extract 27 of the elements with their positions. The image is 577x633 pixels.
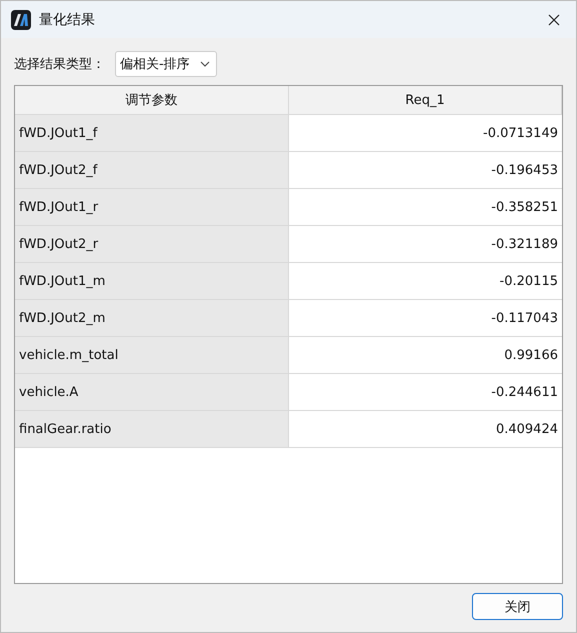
filter-label: 选择结果类型： <box>14 56 105 73</box>
table-cell-text: -0.0713149 <box>482 124 559 142</box>
table-cell: fWD.JOut1_r <box>15 189 289 225</box>
table-cell-text: 0.409424 <box>494 420 559 438</box>
result-type-dropdown[interactable]: 偏相关-排序 <box>115 51 217 77</box>
chevron-down-icon <box>200 61 210 67</box>
table-cell: fWD.JOut2_r <box>15 226 289 262</box>
table-cell: vehicle.m_total <box>15 337 289 373</box>
table-cell-text: -0.321189 <box>490 236 559 254</box>
table-cell-text: -0.117043 <box>490 310 559 328</box>
table-cell: fWD.JOut2_m <box>15 300 289 336</box>
table-cell-text: -0.20115 <box>498 272 559 290</box>
column-header[interactable]: Req_1 <box>289 86 562 114</box>
table-cell-text: -0.358251 <box>490 198 559 216</box>
table-cell: finalGear.ratio <box>15 411 289 447</box>
table-cell-text: -0.244611 <box>490 384 559 402</box>
table-cell: fWD.JOut1_f <box>15 115 289 151</box>
table-cell: fWD.JOut1_m <box>15 263 289 299</box>
table-cell-text: 0.99166 <box>503 346 559 364</box>
close-button[interactable]: 关闭 <box>472 593 563 620</box>
table-cell: fWD.JOut2_f <box>15 152 289 188</box>
close-icon[interactable] <box>548 14 560 26</box>
table-cell: vehicle.A <box>15 374 289 410</box>
app-logo-icon <box>11 10 31 30</box>
column-header[interactable]: 调节参数 <box>15 86 289 114</box>
window-title: 量化结果 <box>39 10 96 28</box>
table-cell-text: -0.196453 <box>490 162 559 180</box>
